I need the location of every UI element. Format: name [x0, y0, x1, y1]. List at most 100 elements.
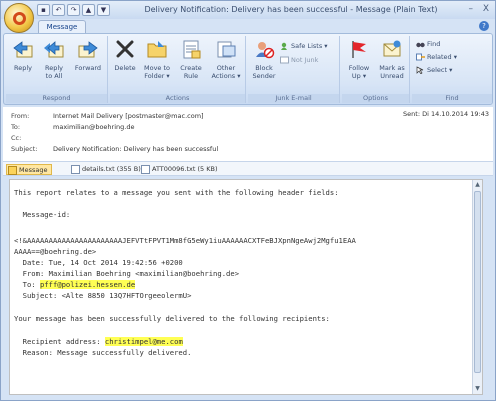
reply-all-label-2: to All	[45, 72, 63, 80]
outlook-window: ▪ ↶ ↷ ▲ ▼ Delivery Notification: Deliver…	[0, 0, 496, 401]
ribbon-tabs: Message ?	[1, 19, 495, 33]
find-label: Find	[427, 40, 441, 48]
group-options-label: Options	[342, 94, 409, 103]
highlighted-email[interactable]: pfff@polizei.hessen.de	[39, 280, 136, 289]
delete-button[interactable]: Delete	[112, 38, 138, 72]
to-row: To: maximilian@boehring.de	[11, 123, 134, 131]
office-button[interactable]	[4, 3, 34, 33]
safe-lists-label: Safe Lists ▾	[291, 42, 328, 50]
other-label-2: Actions ▾	[211, 72, 241, 80]
ribbon: Reply Reply to All Forward Respond Delet…	[3, 33, 493, 105]
previous-item-icon[interactable]: ▲	[82, 4, 95, 16]
scroll-up-icon[interactable]: ▲	[473, 180, 482, 190]
block-label-2: Sender	[252, 72, 276, 80]
find-button[interactable]: Find	[416, 40, 440, 49]
highlighted-email[interactable]: christimpel@me.com	[104, 337, 183, 346]
attachment-message-label: Message	[19, 166, 48, 174]
body-line: AAAA==@boehring.de>	[14, 247, 97, 256]
to-label: To:	[11, 123, 21, 131]
move-to-folder-button[interactable]: Move to Folder ▾	[140, 38, 174, 80]
body-line: Message-id:	[14, 210, 71, 219]
reply-all-label-1: Reply	[44, 64, 63, 72]
envelope-icon	[8, 165, 17, 175]
body-line: From: Maximilian Boehring <maximilian@bo…	[14, 269, 240, 278]
related-icon	[416, 53, 425, 61]
rule-icon	[183, 40, 201, 59]
cc-row: Cc:	[11, 134, 53, 142]
body-line: Reason: Message successfully delivered.	[14, 348, 192, 357]
group-junk: Block Sender Safe Lists ▾ Not Junk Junk …	[248, 36, 340, 103]
help-icon[interactable]: ?	[479, 21, 489, 31]
scroll-down-icon[interactable]: ▼	[473, 384, 482, 394]
create-rule-button[interactable]: Create Rule	[176, 38, 206, 80]
attachment-att-label: ATT00096.txt (5 KB)	[152, 165, 218, 173]
follow-up-button[interactable]: Follow Up ▾	[344, 38, 374, 80]
to-value[interactable]: maximilian@boehring.de	[53, 123, 134, 131]
related-button[interactable]: Related ▾	[416, 53, 457, 62]
scroll-thumb[interactable]	[474, 191, 481, 373]
group-actions: Delete Move to Folder ▾ Create Rule Othe…	[110, 36, 246, 103]
forward-icon	[78, 41, 98, 58]
group-respond: Reply Reply to All Forward Respond	[6, 36, 108, 103]
message-header: From: Internet Mail Delivery [postmaster@…	[3, 107, 493, 167]
follow-up-label-2: Up ▾	[351, 72, 367, 80]
not-junk-label: Not Junk	[291, 56, 319, 64]
group-junk-label: Junk E-mail	[248, 94, 339, 103]
from-row: From: Internet Mail Delivery [postmaster@…	[11, 112, 204, 120]
minimize-button[interactable]: –	[469, 4, 474, 14]
body-line: To: pfff@polizei.hessen.de	[14, 280, 136, 289]
tab-message[interactable]: Message	[38, 20, 86, 33]
attachment-message[interactable]: Message	[6, 164, 52, 175]
next-item-icon[interactable]: ▼	[97, 4, 110, 16]
sent-date: Sent: Di 14.10.2014 19:43	[403, 110, 489, 118]
block-label-1: Block	[255, 64, 273, 72]
attachment-details[interactable]: details.txt (355 B)	[71, 164, 141, 175]
to-prefix: To:	[14, 280, 40, 289]
mark-label-1: Mark as	[379, 64, 405, 72]
block-sender-button[interactable]: Block Sender	[250, 38, 278, 80]
rule-label-2: Rule	[183, 72, 199, 80]
other-label-1: Other	[216, 64, 236, 72]
from-value[interactable]: Internet Mail Delivery [postmaster@mac.c…	[53, 112, 204, 120]
vertical-scrollbar[interactable]: ▲ ▼	[472, 180, 482, 394]
cc-label: Cc:	[11, 134, 22, 142]
mark-unread-icon	[383, 40, 401, 57]
reply-button[interactable]: Reply	[10, 38, 36, 72]
forward-label: Forward	[74, 64, 102, 72]
forward-button[interactable]: Forward	[72, 38, 104, 72]
select-button[interactable]: Select ▾	[416, 66, 452, 75]
save-icon[interactable]: ▪	[37, 4, 50, 16]
text-file-icon	[141, 164, 150, 174]
subject-row: Subject: Delivery Notification: Delivery …	[11, 145, 218, 153]
attachment-details-label: details.txt (355 B)	[82, 165, 141, 173]
select-label: Select ▾	[427, 66, 453, 74]
not-junk-button[interactable]: Not Junk	[280, 56, 318, 65]
redo-icon[interactable]: ↷	[67, 4, 80, 16]
reply-icon	[13, 41, 33, 58]
attachments-bar: Message details.txt (355 B) ATT00096.txt…	[3, 161, 493, 176]
undo-icon[interactable]: ↶	[52, 4, 65, 16]
reply-all-icon	[44, 41, 64, 58]
other-actions-button[interactable]: Other Actions ▾	[208, 38, 244, 80]
close-button[interactable]: X	[483, 4, 489, 14]
group-actions-label: Actions	[110, 94, 245, 103]
message-body[interactable]: This report relates to a message you sen…	[9, 179, 483, 395]
flag-icon	[352, 41, 366, 58]
body-line: Subject: <Alte 8850 13Q7HFTOrgeeolermU>	[14, 291, 192, 300]
attachment-att[interactable]: ATT00096.txt (5 KB)	[141, 164, 218, 175]
title-bar: ▪ ↶ ↷ ▲ ▼ Delivery Notification: Deliver…	[1, 1, 495, 33]
body-line: Your message has been successfully deliv…	[14, 314, 330, 323]
reply-all-button[interactable]: Reply to All	[40, 38, 68, 80]
binoculars-icon	[416, 42, 425, 48]
related-label: Related ▾	[427, 53, 458, 61]
reply-label: Reply	[13, 64, 32, 72]
safe-lists-button[interactable]: Safe Lists ▾	[280, 42, 328, 51]
group-find: Find Related ▾ Select ▾ Find	[412, 36, 492, 103]
recipient-prefix: Recipient address:	[14, 337, 105, 346]
mark-unread-button[interactable]: Mark as Unread	[376, 38, 408, 80]
block-sender-icon	[256, 42, 275, 59]
delete-icon	[116, 40, 134, 58]
group-respond-label: Respond	[6, 94, 107, 103]
subject-label: Subject:	[11, 145, 38, 153]
body-line: <!&AAAAAAAAAAAAAAAAAAAAAAJEFVTtFPVT1Mm8f…	[14, 236, 356, 245]
